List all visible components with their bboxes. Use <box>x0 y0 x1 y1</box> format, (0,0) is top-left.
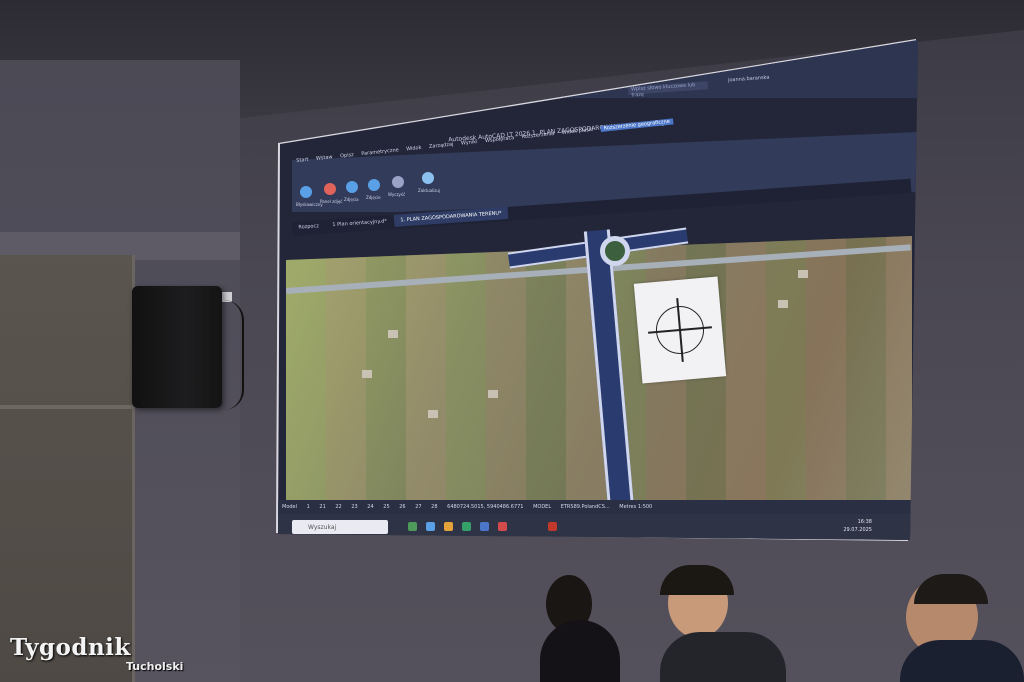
layout-tab[interactable]: 28 <box>427 500 441 514</box>
detail-viewport <box>633 276 727 384</box>
tab-manage[interactable]: Zarządzaj <box>429 141 454 150</box>
tab-output[interactable]: Wyniki <box>461 139 478 147</box>
layout-tab[interactable]: 22 <box>331 500 345 514</box>
autocad-icon[interactable] <box>548 522 557 531</box>
wooden-panel <box>0 255 135 682</box>
app-icon[interactable] <box>480 522 489 531</box>
app-icon[interactable] <box>426 522 435 531</box>
layout-tab[interactable]: 21 <box>315 500 329 514</box>
tool-label: Zdjęcia <box>344 197 359 202</box>
roundabout <box>600 236 630 266</box>
space-toggle[interactable]: MODEL <box>529 500 555 514</box>
tool-label: Zdjęcie <box>366 195 381 200</box>
layout-tab[interactable]: 25 <box>379 500 393 514</box>
watermark-logo: Tygodnik <box>10 634 131 661</box>
person-hair <box>914 574 988 604</box>
pin-icon[interactable] <box>324 183 336 195</box>
taskbar-search[interactable]: Wyszukaj <box>292 520 388 534</box>
clock-time: 16:38 <box>857 519 872 525</box>
coordinate-system[interactable]: ETRS89.PolandCS... <box>557 500 614 514</box>
folder-icon[interactable] <box>444 522 453 531</box>
doc-tab-orientation[interactable]: 1 Plan orientacyjny.d* <box>326 215 393 232</box>
layout-tab[interactable]: 27 <box>411 500 425 514</box>
globe-icon[interactable] <box>300 186 312 198</box>
taskbar-clock: 16:38 29.07.2025 <box>843 518 872 534</box>
tool-label: Wyczyść <box>388 192 406 197</box>
doc-tab-start[interactable]: Rozpocz <box>292 220 325 234</box>
wall-speaker <box>132 286 222 408</box>
layout-tab[interactable]: 23 <box>347 500 361 514</box>
person-body <box>660 632 786 682</box>
app-icon[interactable] <box>462 522 471 531</box>
tool-label: Panel zdjęć <box>320 199 343 204</box>
status-bar: Model 1 21 22 23 24 25 26 27 28 6480724.… <box>278 500 918 514</box>
watermark-subtitle: Tucholski <box>126 660 184 673</box>
coordinates-readout: 6480724.5015, 5940486.6771 <box>447 504 524 510</box>
tool-label: Błyskawiczny <box>296 202 323 207</box>
app-icon[interactable] <box>408 522 417 531</box>
tool-label: Zaktualizuj <box>418 188 441 193</box>
panel-divider <box>0 405 135 409</box>
layout-tab[interactable]: 24 <box>363 500 377 514</box>
layout-tab[interactable]: 1 <box>303 500 314 514</box>
windows-taskbar: Wyszukaj 16:38 29.07.2025 <box>278 514 918 540</box>
units-scale[interactable]: Metres 1:500 <box>615 500 656 514</box>
refresh-icon[interactable] <box>422 172 434 184</box>
person-hair <box>660 565 734 595</box>
building <box>488 390 498 398</box>
eraser-icon[interactable] <box>392 176 404 188</box>
tab-start[interactable]: Start <box>296 157 309 164</box>
layout-tab[interactable]: 26 <box>395 500 409 514</box>
building <box>428 410 438 418</box>
person-body <box>540 620 620 682</box>
clock-date: 29.07.2025 <box>843 527 872 533</box>
building <box>362 370 372 378</box>
building <box>798 270 808 278</box>
tab-view[interactable]: Widok <box>406 145 422 153</box>
app-icon[interactable] <box>498 522 507 531</box>
person-body <box>900 640 1024 682</box>
building <box>778 300 788 308</box>
photo-icon[interactable] <box>346 181 358 193</box>
speaker-cable <box>222 300 244 410</box>
autocad-window: Autodesk AutoCAD LT 2026 1. PLAN ZAGOSPO… <box>278 40 918 540</box>
building <box>388 330 398 338</box>
image-icon[interactable] <box>368 179 380 191</box>
model-tab[interactable]: Model <box>278 500 301 514</box>
room-scene: Autodesk AutoCAD LT 2026 1. PLAN ZAGOSPO… <box>0 0 1024 682</box>
tab-geolocation[interactable]: Rozszerzenie geograficzne <box>600 118 674 132</box>
